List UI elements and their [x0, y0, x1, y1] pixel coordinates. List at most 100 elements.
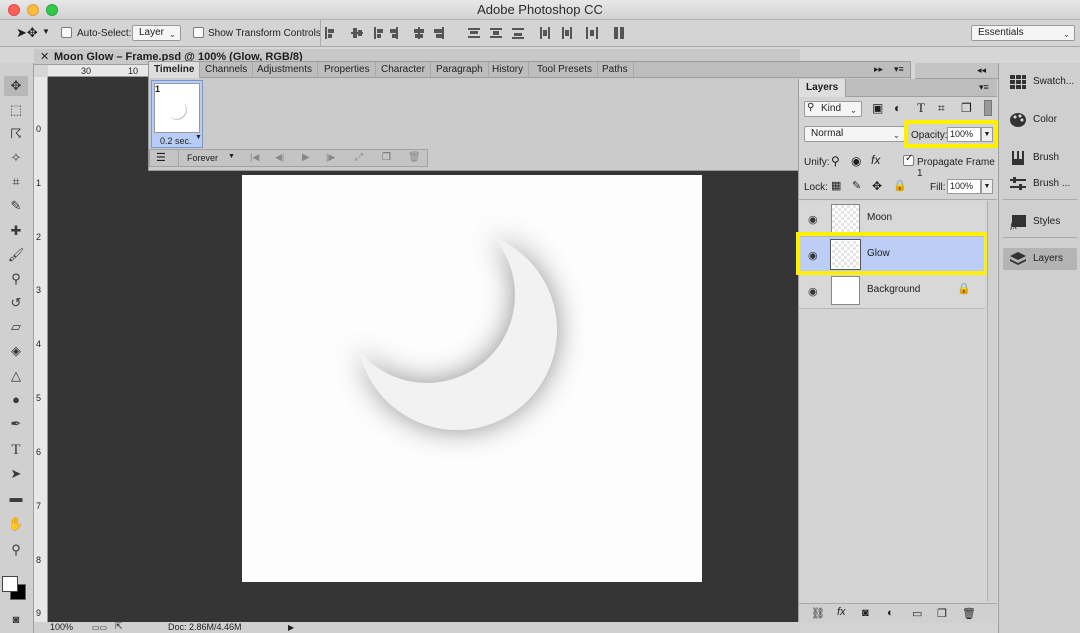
- opacity-input[interactable]: 100%: [947, 127, 981, 142]
- tab-layers[interactable]: Layers: [799, 79, 847, 97]
- next-frame-icon[interactable]: |▶: [326, 152, 335, 163]
- dock-styles[interactable]: fx Styles: [1003, 211, 1077, 233]
- blend-mode-dropdown[interactable]: Normal: [804, 126, 905, 142]
- share-icon[interactable]: ⇱: [115, 621, 123, 632]
- layer-row-background[interactable]: ◉ Background 🔒: [799, 273, 985, 309]
- chevron-down-icon[interactable]: ▼: [195, 134, 202, 141]
- animation-frame[interactable]: 1 0.2 sec. ▼: [151, 80, 203, 148]
- blur-tool-icon[interactable]: △: [4, 366, 28, 386]
- fill-slider-toggle[interactable]: ▼: [981, 179, 993, 194]
- play-icon[interactable]: ▶: [302, 152, 310, 163]
- auto-select-dropdown[interactable]: Layer: [132, 25, 181, 41]
- tab-properties[interactable]: Properties: [319, 62, 376, 78]
- clone-stamp-tool-icon[interactable]: ⚲: [4, 269, 28, 289]
- panel-menu-icon[interactable]: ▾≡: [979, 82, 989, 93]
- frame-delay[interactable]: 0.2 sec.: [160, 136, 192, 146]
- quick-mask-icon[interactable]: ◙: [4, 610, 28, 630]
- tab-channels[interactable]: Channels: [200, 62, 254, 78]
- eyedropper-tool-icon[interactable]: ✎: [4, 196, 28, 216]
- history-brush-tool-icon[interactable]: ↺: [4, 293, 28, 313]
- add-mask-icon[interactable]: ◙: [862, 607, 869, 619]
- dock-color[interactable]: Color: [1003, 109, 1077, 131]
- smart-object-filter-icon[interactable]: ❐: [961, 101, 972, 115]
- tab-tool-presets[interactable]: Tool Presets: [532, 62, 599, 78]
- brush-tool-icon[interactable]: 🖌: [4, 245, 28, 265]
- dodge-tool-icon[interactable]: ●: [4, 390, 28, 410]
- magic-wand-tool-icon[interactable]: ✧: [4, 148, 28, 168]
- type-filter-icon[interactable]: T: [917, 100, 925, 116]
- rectangle-tool-icon[interactable]: ▬: [4, 488, 28, 508]
- pen-tool-icon[interactable]: ✒: [4, 414, 28, 434]
- visibility-eye-icon[interactable]: ◉: [808, 249, 818, 262]
- lock-image-icon[interactable]: ✎: [852, 179, 861, 192]
- paint-bucket-tool-icon[interactable]: ◈: [4, 341, 28, 361]
- duplicate-frame-icon[interactable]: ❐: [382, 152, 391, 163]
- new-layer-icon[interactable]: ❐: [937, 607, 947, 620]
- zoom-window-button[interactable]: [46, 4, 58, 16]
- zoom-tool-icon[interactable]: ⚲: [4, 540, 28, 560]
- hand-tool-icon[interactable]: ✋: [4, 514, 28, 534]
- layers-scrollbar[interactable]: [987, 201, 997, 601]
- lock-position-icon[interactable]: ✥: [872, 179, 882, 193]
- opacity-slider-toggle[interactable]: ▼: [981, 127, 993, 142]
- unify-position-icon[interactable]: ⚲: [831, 154, 840, 168]
- tab-character[interactable]: Character: [376, 62, 431, 78]
- layer-row-glow[interactable]: ◉ Glow: [799, 237, 985, 273]
- crop-tool-icon[interactable]: ⌗: [4, 172, 28, 192]
- tab-adjustments[interactable]: Adjustments: [252, 62, 319, 78]
- link-layers-icon[interactable]: ⛓: [811, 607, 825, 620]
- close-doc-icon[interactable]: ✕: [40, 50, 49, 63]
- chevron-down-icon[interactable]: ▼: [42, 27, 50, 36]
- unify-visibility-icon[interactable]: ◉: [851, 154, 861, 168]
- workspace-dropdown[interactable]: Essentials: [971, 25, 1075, 41]
- delete-layer-icon[interactable]: 🗑: [962, 607, 976, 620]
- previous-frame-icon[interactable]: ◀|: [275, 152, 284, 163]
- propagate-checkbox[interactable]: ✓: [903, 153, 914, 166]
- pixel-filter-icon[interactable]: ▣: [872, 101, 883, 115]
- shape-filter-icon[interactable]: ⌗: [938, 101, 945, 116]
- lasso-tool-icon[interactable]: ☈: [4, 124, 28, 144]
- zoom-level[interactable]: 100%: [50, 622, 73, 633]
- tab-paths[interactable]: Paths: [597, 62, 634, 78]
- expand-panels-icon[interactable]: ▸▸: [874, 64, 883, 75]
- first-frame-icon[interactable]: |◀: [250, 152, 259, 163]
- delete-frame-icon[interactable]: 🗑: [408, 152, 421, 163]
- tab-timeline[interactable]: Timeline: [149, 62, 201, 78]
- status-options-icon[interactable]: ▭▭: [92, 622, 107, 633]
- lock-all-icon[interactable]: 🔒: [893, 179, 907, 192]
- document-canvas[interactable]: [242, 175, 702, 582]
- layer-row-moon[interactable]: ◉ Moon: [799, 201, 985, 237]
- unify-style-icon[interactable]: fx: [871, 153, 880, 167]
- minimize-window-button[interactable]: [27, 4, 39, 16]
- layer-style-icon[interactable]: fx: [837, 606, 846, 618]
- tween-icon[interactable]: ⤢: [355, 152, 363, 163]
- status-menu-icon[interactable]: ▶: [288, 622, 294, 633]
- lock-transparent-icon[interactable]: ▦: [831, 179, 841, 192]
- convert-timeline-icon[interactable]: ☰: [156, 151, 166, 164]
- auto-select-checkbox[interactable]: [61, 27, 72, 38]
- dock-brush-presets[interactable]: Brush ...: [1003, 173, 1077, 195]
- new-group-icon[interactable]: ▭: [912, 607, 922, 620]
- visibility-eye-icon[interactable]: ◉: [808, 285, 818, 298]
- chevron-down-icon[interactable]: ▼: [228, 153, 235, 160]
- filter-toggle[interactable]: [984, 100, 992, 116]
- visibility-eye-icon[interactable]: ◉: [808, 213, 818, 226]
- align-distribute-icons[interactable]: [322, 25, 632, 41]
- adjustment-filter-icon[interactable]: ◐: [894, 101, 901, 115]
- tab-history[interactable]: History: [487, 62, 530, 78]
- close-window-button[interactable]: [8, 4, 20, 16]
- tab-paragraph[interactable]: Paragraph: [431, 62, 489, 78]
- fill-input[interactable]: 100%: [947, 179, 981, 194]
- eraser-tool-icon[interactable]: ▱: [4, 317, 28, 337]
- panel-collapse-strip[interactable]: ◂◂: [915, 63, 998, 79]
- healing-brush-tool-icon[interactable]: ✚: [4, 221, 28, 241]
- dock-layers[interactable]: Layers: [1003, 248, 1077, 270]
- panel-menu-icon[interactable]: ▾≡: [894, 64, 904, 75]
- path-selection-tool-icon[interactable]: ➤: [4, 464, 28, 484]
- move-tool-preset-icon[interactable]: ➤✥: [16, 25, 38, 41]
- marquee-tool-icon[interactable]: ⬚: [4, 100, 28, 120]
- adjustment-layer-icon[interactable]: ◐: [887, 607, 894, 619]
- dock-brush[interactable]: Brush: [1003, 147, 1077, 169]
- foreground-color-swatch[interactable]: [2, 576, 18, 592]
- move-tool-icon[interactable]: ✥: [4, 76, 28, 96]
